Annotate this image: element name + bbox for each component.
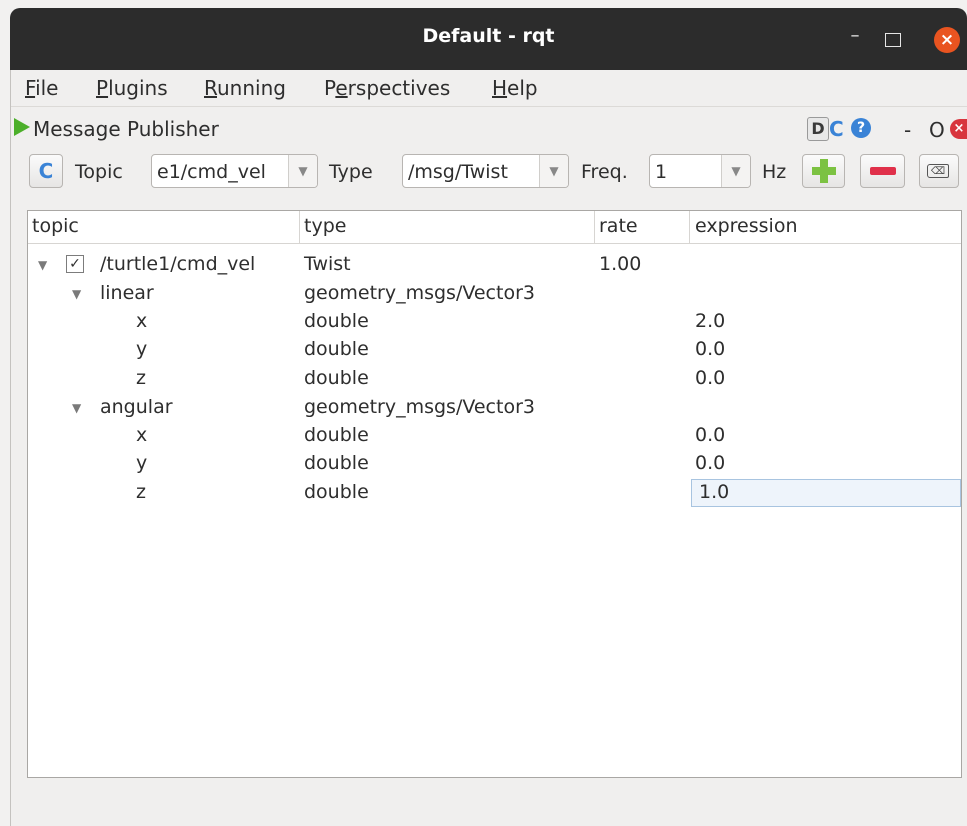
row-type: double — [304, 310, 369, 332]
play-icon — [14, 118, 30, 136]
row-type: double — [304, 338, 369, 360]
freq-value: 1 — [655, 161, 668, 183]
freq-combobox[interactable]: 1 ▼ — [649, 154, 751, 188]
row-expression[interactable]: 0.0 — [695, 424, 725, 446]
plugin-header: Message Publisher D C ? - O × — [11, 110, 967, 142]
menu-perspectives-prefix: P — [324, 76, 336, 100]
dock-button[interactable]: D — [807, 117, 829, 141]
row-topic: x — [136, 310, 148, 332]
main-window: File Plugins Running Perspectives Help M… — [10, 70, 967, 826]
menu-help[interactable]: Help — [492, 76, 538, 100]
publisher-toolbar: C Topic e1/cmd_vel ▼ Type /msg/Twist ▼ F… — [11, 154, 967, 194]
row-type: double — [304, 367, 369, 389]
publisher-tree[interactable]: topic type rate expression ▼ ✓ /turtle1/… — [27, 210, 962, 778]
close-icon[interactable]: × — [934, 27, 960, 53]
type-value: /msg/Twist — [408, 161, 508, 183]
menu-help-mnemonic: H — [492, 76, 508, 100]
row-topic: /turtle1/cmd_vel — [100, 253, 256, 275]
chevron-down-icon[interactable]: ▼ — [721, 155, 750, 187]
refresh-topics-button[interactable]: C — [29, 154, 63, 188]
row-topic: z — [136, 367, 146, 389]
row-expression[interactable]: 1.0 — [699, 481, 729, 503]
plugin-title: Message Publisher — [33, 117, 219, 141]
clear-icon: ⌫ — [927, 164, 949, 178]
column-header-topic[interactable]: topic — [32, 215, 79, 237]
topic-label: Topic — [75, 161, 123, 183]
reload-plugin-icon[interactable]: C — [829, 117, 844, 141]
table-row[interactable]: ▼ angular geometry_msgs/Vector3 — [28, 394, 961, 423]
table-row[interactable]: x double 2.0 — [28, 308, 961, 337]
hz-label: Hz — [762, 161, 787, 183]
minus-icon — [870, 167, 896, 175]
menu-file[interactable]: File — [25, 76, 58, 100]
freq-label: Freq. — [581, 161, 628, 183]
table-row[interactable]: ▼ ✓ /turtle1/cmd_vel Twist 1.00 — [28, 251, 961, 280]
row-expression[interactable]: 0.0 — [695, 367, 725, 389]
row-type: double — [304, 481, 369, 503]
row-expression[interactable]: 0.0 — [695, 338, 725, 360]
table-row[interactable]: ▼ linear geometry_msgs/Vector3 — [28, 280, 961, 309]
row-topic: z — [136, 481, 146, 503]
row-topic: y — [136, 338, 148, 360]
status-bar — [11, 786, 967, 826]
menu-plugins[interactable]: Plugins — [96, 76, 168, 100]
column-header-expression[interactable]: expression — [695, 215, 798, 237]
float-plugin-button[interactable]: O — [929, 118, 945, 142]
type-label: Type — [329, 161, 373, 183]
window-title: Default - rqt — [422, 25, 555, 47]
plus-icon — [812, 159, 836, 183]
row-topic: y — [136, 452, 148, 474]
topic-value: e1/cmd_vel — [157, 161, 266, 183]
row-topic: linear — [100, 282, 154, 304]
expression-editor[interactable] — [691, 479, 961, 507]
minimize-plugin-button[interactable]: - — [904, 118, 911, 142]
menu-running[interactable]: Running — [204, 76, 286, 100]
menu-plugins-label: lugins — [108, 76, 168, 100]
row-rate[interactable]: 1.00 — [599, 253, 641, 275]
menu-help-label: elp — [507, 76, 538, 100]
row-topic: angular — [100, 396, 173, 418]
expand-icon[interactable]: ▼ — [38, 258, 47, 272]
menu-perspectives-mnemonic: e — [335, 76, 348, 100]
row-expression[interactable]: 0.0 — [695, 452, 725, 474]
expand-icon[interactable]: ▼ — [72, 401, 81, 415]
table-row[interactable]: y double 0.0 — [28, 450, 961, 479]
menu-perspectives-label: rspectives — [347, 76, 451, 100]
remove-publisher-button[interactable] — [860, 154, 905, 188]
clear-publishers-button[interactable]: ⌫ — [919, 154, 959, 188]
row-type: double — [304, 424, 369, 446]
minimize-icon[interactable]: – — [845, 26, 865, 46]
row-type: geometry_msgs/Vector3 — [304, 396, 535, 418]
window-titlebar[interactable]: Default - rqt – × — [10, 8, 967, 70]
table-row[interactable]: z double 0.0 — [28, 365, 961, 394]
close-plugin-icon[interactable]: × — [950, 119, 967, 139]
row-topic: x — [136, 424, 148, 446]
tree-header: topic type rate expression — [28, 211, 961, 244]
menu-running-mnemonic: R — [204, 76, 217, 100]
menu-file-label: ile — [35, 76, 59, 100]
column-header-type[interactable]: type — [304, 215, 346, 237]
publish-checkbox[interactable]: ✓ — [66, 255, 84, 273]
menu-bar: File Plugins Running Perspectives Help — [11, 70, 967, 107]
topic-combobox[interactable]: e1/cmd_vel ▼ — [151, 154, 318, 188]
row-type: Twist — [304, 253, 351, 275]
table-row[interactable]: z double 1.0 — [28, 479, 961, 508]
menu-perspectives[interactable]: Perspectives — [324, 76, 450, 100]
maximize-icon[interactable] — [885, 33, 901, 47]
table-row[interactable]: y double 0.0 — [28, 336, 961, 365]
row-expression[interactable]: 2.0 — [695, 310, 725, 332]
chevron-down-icon[interactable]: ▼ — [288, 155, 317, 187]
type-combobox[interactable]: /msg/Twist ▼ — [402, 154, 569, 188]
row-type: double — [304, 452, 369, 474]
column-header-rate[interactable]: rate — [599, 215, 638, 237]
expand-icon[interactable]: ▼ — [72, 287, 81, 301]
menu-file-mnemonic: F — [25, 76, 36, 100]
menu-running-label: unning — [217, 76, 286, 100]
add-publisher-button[interactable] — [802, 154, 845, 188]
row-type: geometry_msgs/Vector3 — [304, 282, 535, 304]
help-icon[interactable]: ? — [851, 118, 871, 138]
menu-plugins-mnemonic: P — [96, 76, 109, 100]
table-row[interactable]: x double 0.0 — [28, 422, 961, 451]
chevron-down-icon[interactable]: ▼ — [539, 155, 568, 187]
